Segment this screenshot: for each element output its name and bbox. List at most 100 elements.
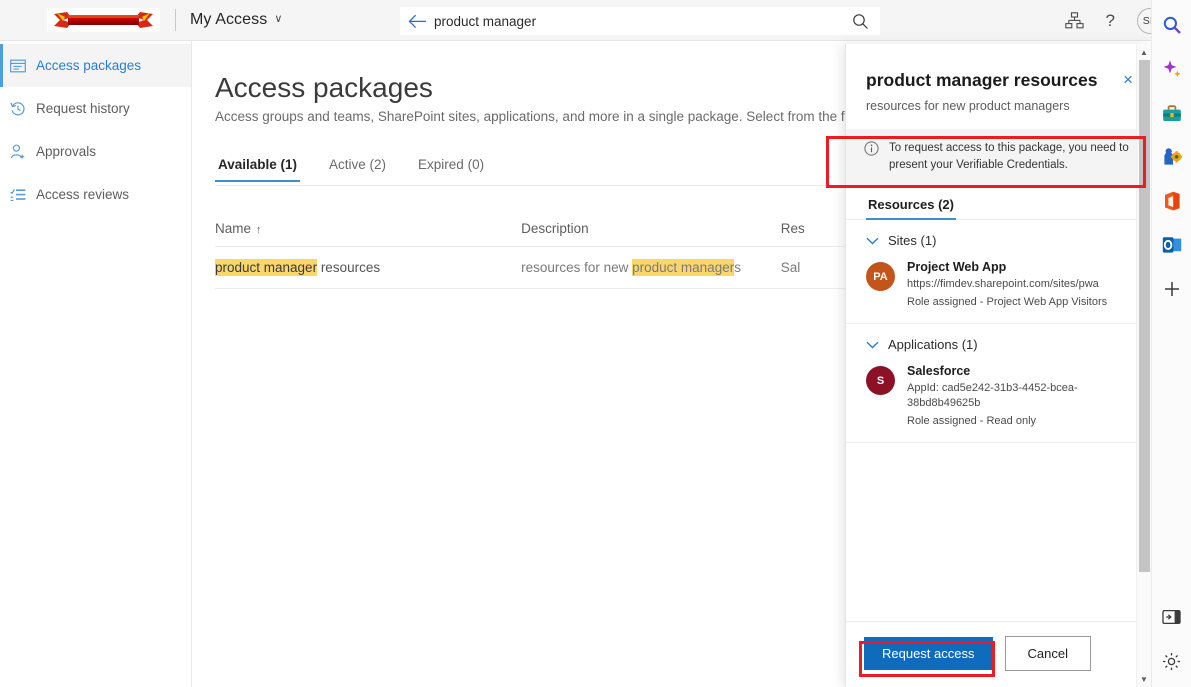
package-icon (10, 59, 36, 73)
brand-logo[interactable] (47, 8, 160, 32)
panel-header: product manager resources × (846, 44, 1151, 91)
settings-gear-icon[interactable] (1156, 645, 1188, 677)
shopping-toolbox-glyph (1162, 104, 1182, 123)
resource-name: Project Web App (907, 260, 1107, 274)
add-glyph (1163, 280, 1181, 298)
expand-panel-icon[interactable] (1156, 601, 1188, 633)
column-header-description[interactable]: Description (521, 221, 781, 236)
chevron-down-icon: ∨ (274, 12, 282, 25)
resource-appid: AppId: cad5e242-31b3-4452-bcea-38bd8b496… (907, 381, 1112, 411)
ribbon-logo-icon (51, 11, 156, 29)
info-circle-icon (864, 141, 879, 173)
scroll-down-arrow-icon[interactable]: ▼ (1137, 671, 1151, 687)
resource-avatar-initials: S (877, 375, 884, 387)
org-hierarchy-icon[interactable] (1065, 12, 1084, 29)
outlook-glyph (1162, 235, 1182, 255)
sidebar: Access packages Request history (0, 41, 192, 687)
tab-available[interactable]: Available (1) (215, 151, 300, 182)
sidebar-item-access-packages[interactable]: Access packages (0, 44, 191, 87)
scrollbar-thumb[interactable] (1139, 60, 1150, 572)
package-glyph (10, 59, 26, 73)
close-icon[interactable]: × (1123, 71, 1133, 88)
resource-url: https://fimdev.sharepoint.com/sites/pwa (907, 277, 1107, 292)
resource-item-salesforce[interactable]: S Salesforce AppId: cad5e242-31b3-4452-b… (846, 355, 1151, 443)
tab-expired[interactable]: Expired (0) (415, 151, 487, 182)
back-arrow-icon[interactable] (400, 14, 434, 29)
history-clock-icon (10, 101, 36, 117)
chevron-down-glyph (866, 237, 879, 245)
access-package-detail-panel: product manager resources × resources fo… (845, 44, 1151, 687)
search-glyph (1162, 15, 1182, 35)
info-banner: To request access to this package, you n… (846, 129, 1151, 185)
sidebar-item-label: Access packages (36, 58, 141, 73)
scroll-up-arrow-icon[interactable]: ▲ (1137, 44, 1151, 60)
sidebar-item-approvals[interactable]: Approvals (0, 130, 191, 173)
chevron-down-icon (866, 339, 879, 351)
info-circle-glyph (864, 141, 879, 156)
browser-sidebar-rail (1151, 0, 1191, 687)
chevron-down-glyph (866, 341, 879, 349)
resource-role: Role assigned - Read only (907, 414, 1112, 429)
search-icon[interactable] (1156, 9, 1188, 41)
resource-name: Salesforce (907, 364, 1112, 378)
search-glyph (852, 13, 869, 30)
app-root: My Access∨ (0, 0, 1191, 687)
panel-tab-list: Resources (2) (846, 194, 1151, 220)
table-row[interactable]: product manager resources resources for … (215, 247, 855, 289)
column-header-resources[interactable]: Res (781, 221, 855, 236)
resource-meta: Salesforce AppId: cad5e242-31b3-4452-bce… (907, 364, 1112, 429)
resource-group-sites[interactable]: Sites (1) (846, 220, 1151, 251)
search-input[interactable] (434, 14, 840, 29)
resource-group-label: Sites (1) (888, 233, 936, 248)
settings-gear-glyph (1162, 652, 1181, 671)
office-icon[interactable] (1156, 185, 1188, 217)
cell-desc-suffix: s (734, 260, 741, 275)
cell-resources: Sal (781, 260, 855, 275)
resource-avatar: S (866, 366, 895, 395)
sidebar-item-label: Request history (36, 101, 130, 116)
top-bar-actions: ? SP (1065, 0, 1163, 41)
panel-title: product manager resources (866, 70, 1097, 91)
page-title: Access packages (215, 72, 433, 104)
tab-list: Available (1) Active (2) Expired (0) (215, 151, 487, 182)
copilot-sparkle-icon[interactable] (1156, 53, 1188, 85)
cell-desc-prefix: resources for new (521, 260, 632, 275)
resource-avatar-initials: PA (873, 271, 887, 283)
shopping-toolbox-icon[interactable] (1156, 97, 1188, 129)
info-banner-text: To request access to this package, you n… (889, 140, 1133, 173)
add-icon[interactable] (1156, 273, 1188, 305)
cell-name-rest: resources (317, 260, 380, 275)
checklist-icon (10, 188, 36, 202)
cell-name: product manager resources (215, 260, 521, 275)
cancel-button[interactable]: Cancel (1005, 636, 1091, 671)
tab-resources[interactable]: Resources (2) (866, 194, 956, 219)
resource-group-label: Applications (1) (888, 337, 978, 352)
chevron-down-icon (866, 235, 879, 247)
request-access-button[interactable]: Request access (864, 637, 993, 670)
column-header-name[interactable]: Name↑ (215, 221, 521, 236)
user-add-glyph (10, 144, 26, 160)
search-bar[interactable] (400, 7, 880, 35)
panel-scrollbar[interactable]: ▲ ▼ (1136, 44, 1151, 687)
tab-active[interactable]: Active (2) (326, 151, 389, 182)
table-header: Name↑ Description Res (215, 211, 855, 247)
search-icon[interactable] (840, 13, 880, 30)
sidebar-item-access-reviews[interactable]: Access reviews (0, 173, 191, 216)
resource-group-applications[interactable]: Applications (1) (846, 324, 1151, 355)
outlook-icon[interactable] (1156, 229, 1188, 261)
resource-role: Role assigned - Project Web App Visitors (907, 295, 1107, 310)
sidebar-item-label: Access reviews (36, 187, 129, 202)
panel-body: Sites (1) PA Project Web App https://fim… (846, 220, 1151, 621)
help-icon[interactable]: ? (1106, 11, 1115, 31)
office-glyph (1162, 191, 1181, 211)
resource-meta: Project Web App https://fimdev.sharepoin… (907, 260, 1107, 310)
copilot-sparkle-glyph (1162, 59, 1182, 79)
sidebar-item-request-history[interactable]: Request history (0, 87, 191, 130)
games-icon[interactable] (1156, 141, 1188, 173)
browser-sidebar-rail-bottom (1152, 589, 1191, 677)
resource-item-project-web-app[interactable]: PA Project Web App https://fimdev.sharep… (846, 251, 1151, 324)
search-highlight: product manager (215, 259, 317, 276)
panel-footer: Request access Cancel (846, 621, 1151, 687)
back-arrow-glyph (408, 14, 427, 29)
brand-name-group[interactable]: My Access∨ (190, 11, 282, 29)
